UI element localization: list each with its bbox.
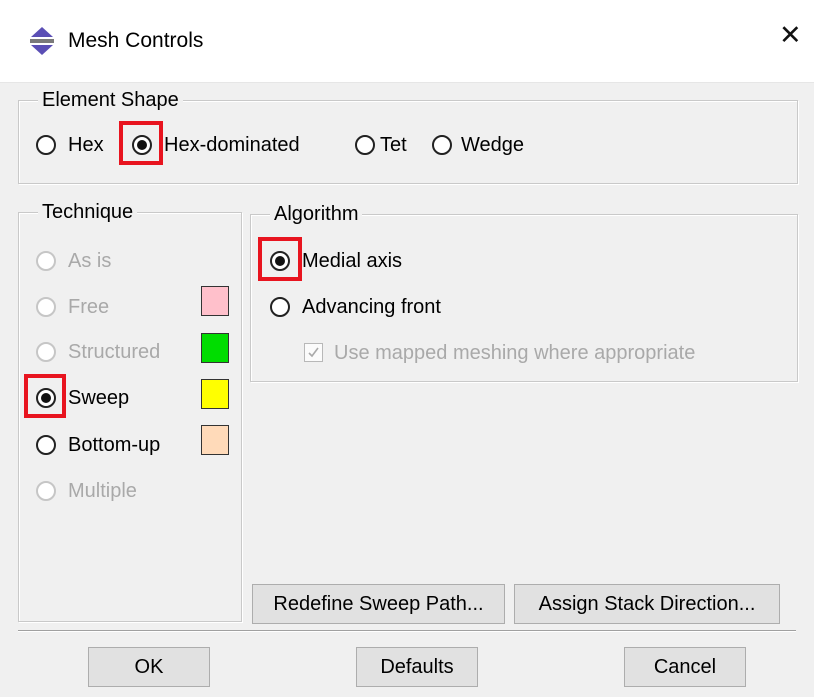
- mapped-meshing-label[interactable]: Use mapped meshing where appropriate: [334, 342, 695, 364]
- sweep-color-swatch: [201, 379, 229, 409]
- structured-color-swatch: [201, 333, 229, 363]
- radio-free[interactable]: [36, 297, 56, 317]
- radio-advancing-front[interactable]: [270, 297, 290, 317]
- radio-structured-label[interactable]: Structured: [68, 341, 160, 363]
- radio-tet[interactable]: [355, 135, 375, 155]
- footer-separator: [18, 630, 796, 632]
- redefine-sweep-path-button[interactable]: Redefine Sweep Path...: [252, 584, 505, 624]
- radio-wedge[interactable]: [432, 135, 452, 155]
- radio-wedge-label[interactable]: Wedge: [461, 134, 524, 156]
- element-shape-legend: Element Shape: [38, 89, 183, 111]
- highlight-box-sweep: [24, 374, 66, 418]
- radio-tet-label[interactable]: Tet: [380, 134, 407, 156]
- dialog-title: Mesh Controls: [68, 29, 204, 52]
- radio-multiple-label[interactable]: Multiple: [68, 480, 137, 502]
- ok-button[interactable]: OK: [88, 647, 210, 687]
- defaults-button[interactable]: Defaults: [356, 647, 478, 687]
- radio-structured[interactable]: [36, 342, 56, 362]
- radio-advancing-front-label[interactable]: Advancing front: [302, 296, 441, 318]
- free-color-swatch: [201, 286, 229, 316]
- radio-bottom-up[interactable]: [36, 435, 56, 455]
- radio-free-label[interactable]: Free: [68, 296, 109, 318]
- radio-hex-label[interactable]: Hex: [68, 134, 104, 156]
- checkmark-icon: [308, 347, 319, 358]
- algorithm-legend: Algorithm: [270, 203, 363, 225]
- radio-medial-axis-label[interactable]: Medial axis: [302, 250, 402, 272]
- radio-bottom-up-label[interactable]: Bottom-up: [68, 434, 160, 456]
- radio-hex[interactable]: [36, 135, 56, 155]
- assign-stack-direction-button[interactable]: Assign Stack Direction...: [514, 584, 780, 624]
- radio-sweep-label[interactable]: Sweep: [68, 387, 129, 409]
- bottom-up-color-swatch: [201, 425, 229, 455]
- technique-legend: Technique: [38, 201, 138, 223]
- radio-hex-dominated-label[interactable]: Hex-dominated: [164, 134, 300, 156]
- cancel-button[interactable]: Cancel: [624, 647, 746, 687]
- highlight-box-hex-dominated: [119, 121, 163, 165]
- radio-multiple[interactable]: [36, 481, 56, 501]
- radio-as-is[interactable]: [36, 251, 56, 271]
- mapped-meshing-checkbox[interactable]: [304, 343, 323, 362]
- radio-as-is-label[interactable]: As is: [68, 250, 111, 272]
- highlight-box-medial-axis: [258, 237, 302, 281]
- abaqus-mesh-icon: [30, 27, 54, 55]
- close-icon[interactable]: ✕: [779, 22, 802, 49]
